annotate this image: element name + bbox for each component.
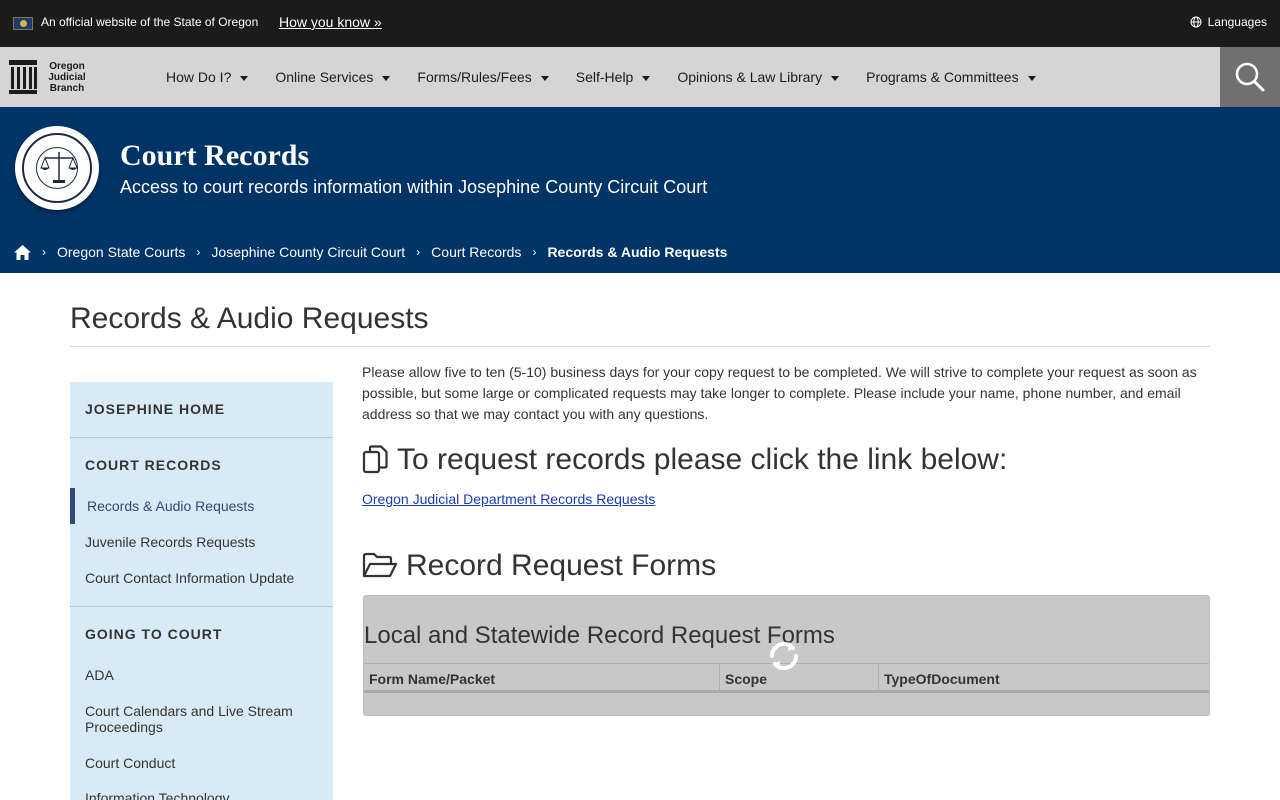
page-title: Records & Audio Requests <box>70 302 429 335</box>
caret-down-icon <box>382 75 391 81</box>
copy-documents-icon <box>362 445 388 474</box>
sidebar-divider <box>70 437 333 438</box>
oregon-flag-icon <box>13 17 33 30</box>
sidebar: JOSEPHINE HOME COURT RECORDS Records & A… <box>70 382 333 800</box>
ojd-logo[interactable]: Oregon Judicial Branch <box>9 57 89 97</box>
nav-forms-rules-fees[interactable]: Forms/Rules/Fees <box>417 69 549 85</box>
breadcrumb: › Oregon State Courts › Josephine County… <box>14 244 727 260</box>
sidebar-item-records-audio-requests[interactable]: Records & Audio Requests <box>87 498 254 514</box>
pillars-icon <box>9 60 37 94</box>
sidebar-item-court-calendars[interactable]: Court Calendars and Live Stream Proceedi… <box>85 703 315 735</box>
official-text: An official website of the State of Oreg… <box>41 15 259 29</box>
ojd-records-requests-link[interactable]: Oregon Judicial Department Records Reque… <box>362 491 655 507</box>
breadcrumb-oregon-state-courts[interactable]: Oregon State Courts <box>57 244 185 260</box>
caret-down-icon <box>540 75 549 81</box>
title-divider <box>70 346 1210 347</box>
nav-opinions-law-library[interactable]: Opinions & Law Library <box>677 69 840 85</box>
intro-paragraph: Please allow five to ten (5-10) business… <box>362 364 1197 422</box>
home-icon[interactable] <box>14 244 31 260</box>
sidebar-court-records-heading[interactable]: COURT RECORDS <box>85 457 222 473</box>
loading-spinner-icon <box>769 641 799 671</box>
globe-icon <box>1190 16 1202 28</box>
chevron-right-icon: › <box>532 245 537 259</box>
nav-self-help[interactable]: Self-Help <box>576 69 651 85</box>
judicial-department-seal-icon <box>15 126 99 210</box>
caret-down-icon <box>831 75 840 81</box>
sidebar-going-to-court-heading[interactable]: GOING TO COURT <box>85 626 222 642</box>
caret-down-icon <box>240 75 249 81</box>
breadcrumb-current: Records & Audio Requests <box>547 244 728 260</box>
record-request-forms-heading: Record Request Forms <box>362 549 716 583</box>
chevron-right-icon: › <box>416 245 421 259</box>
search-button[interactable] <box>1220 47 1280 107</box>
sidebar-item-information-technology[interactable]: Information Technology <box>85 790 230 800</box>
nav-items: How Do I? Online Services Forms/Rules/Fe… <box>166 47 1063 107</box>
active-indicator <box>70 488 75 524</box>
column-type-of-document[interactable]: TypeOfDocument <box>879 664 1209 690</box>
caret-down-icon <box>1027 75 1036 81</box>
nav-how-do-i[interactable]: How Do I? <box>166 69 249 85</box>
how-you-know-link[interactable]: How you know » <box>279 14 382 30</box>
sidebar-josephine-home[interactable]: JOSEPHINE HOME <box>85 401 225 417</box>
caret-down-icon <box>642 75 651 81</box>
page-section-subtitle: Access to court records information with… <box>120 177 708 197</box>
breadcrumb-court-records[interactable]: Court Records <box>431 244 521 260</box>
sidebar-divider <box>70 606 333 607</box>
logo-text: Oregon Judicial Branch <box>48 60 86 94</box>
column-form-name[interactable]: Form Name/Packet <box>364 664 720 690</box>
hero-banner: Court Records Access to court records in… <box>0 107 1280 273</box>
main-navigation: Oregon Judicial Branch How Do I? Online … <box>0 47 1280 107</box>
request-records-heading: To request records please click the link… <box>362 443 1007 477</box>
languages-label: Languages <box>1207 15 1267 29</box>
sidebar-item-juvenile-records-requests[interactable]: Juvenile Records Requests <box>85 534 255 550</box>
sidebar-item-court-contact-update[interactable]: Court Contact Information Update <box>85 570 294 586</box>
nav-online-services[interactable]: Online Services <box>275 69 391 85</box>
page-section-title: Court Records <box>120 139 310 172</box>
search-icon <box>1235 62 1265 92</box>
chevron-right-icon: › <box>196 245 201 259</box>
sidebar-item-ada[interactable]: ADA <box>85 667 114 683</box>
chevron-right-icon: › <box>42 245 46 259</box>
folder-open-icon <box>362 552 398 578</box>
nav-programs-committees[interactable]: Programs & Committees <box>866 69 1036 85</box>
languages-button[interactable]: Languages <box>1190 15 1267 29</box>
sidebar-item-court-conduct[interactable]: Court Conduct <box>85 755 175 771</box>
official-banner: An official website of the State of Oreg… <box>0 0 1280 47</box>
breadcrumb-josephine-county[interactable]: Josephine County Circuit Court <box>211 244 405 260</box>
record-request-forms-table: Local and Statewide Record Request Forms… <box>363 595 1210 716</box>
